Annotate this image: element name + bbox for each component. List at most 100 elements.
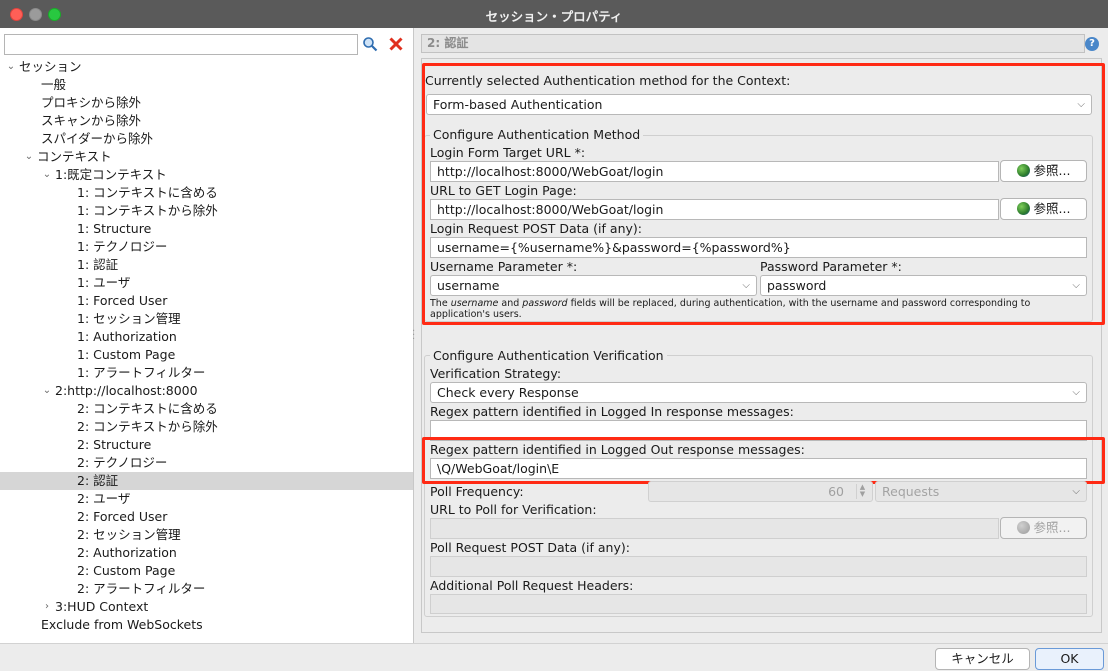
tree-item-label: 1: コンテキストに含める bbox=[77, 185, 218, 200]
chevron-down-icon[interactable]: ⌄ bbox=[41, 382, 53, 400]
verification-strategy-select[interactable]: Check every Response ⌵ bbox=[430, 382, 1087, 403]
tree-item-label: 1: Forced User bbox=[77, 293, 168, 308]
tree-item[interactable]: ⌄ コンテキスト bbox=[0, 148, 413, 166]
tree-item[interactable]: 2: コンテキストに含める bbox=[0, 400, 413, 418]
tree-item[interactable]: 1: テクノロジー bbox=[0, 238, 413, 256]
tree-item[interactable]: 2: コンテキストから除外 bbox=[0, 418, 413, 436]
tree-item-label: 2: Forced User bbox=[77, 509, 168, 524]
tree-item[interactable]: 1: Structure bbox=[0, 220, 413, 238]
tree-item[interactable]: 2: 認証 bbox=[0, 472, 413, 490]
tree-item[interactable]: 1: コンテキストから除外 bbox=[0, 202, 413, 220]
chevron-down-icon: ⌵ bbox=[1072, 486, 1080, 497]
tree-item-label: プロキシから除外 bbox=[41, 95, 142, 110]
tree-item-label: 1: Structure bbox=[77, 221, 152, 236]
tree-item-label: コンテキスト bbox=[37, 149, 112, 164]
tree-item-label: 1: セッション管理 bbox=[77, 311, 181, 326]
tree-item[interactable]: 1: セッション管理 bbox=[0, 310, 413, 328]
poll-url-label: URL to Poll for Verification: bbox=[430, 502, 597, 517]
tree-item-label: 2:http://localhost:8000 bbox=[55, 383, 198, 398]
authentication-content: Currently selected Authentication method… bbox=[421, 58, 1105, 633]
tree-item[interactable]: 2: Forced User bbox=[0, 508, 413, 526]
tree-filter-input[interactable] bbox=[4, 34, 358, 55]
tree-item[interactable]: Exclude from WebSockets bbox=[0, 616, 413, 634]
configure-verification-title: Configure Authentication Verification bbox=[430, 348, 667, 363]
search-icon[interactable] bbox=[360, 34, 380, 54]
help-icon[interactable]: ? bbox=[1085, 37, 1099, 51]
tree-item[interactable]: 2: アラートフィルター bbox=[0, 580, 413, 598]
tree-item[interactable]: › 3:HUD Context bbox=[0, 598, 413, 616]
tree-item-label: 2: 認証 bbox=[77, 473, 119, 488]
poll-url-input bbox=[430, 518, 999, 539]
poll-frequency-label: Poll Frequency: bbox=[430, 484, 524, 499]
panel-header: 2: 認証 bbox=[421, 34, 1085, 53]
tree-item[interactable]: 1: Authorization bbox=[0, 328, 413, 346]
poll-headers-label: Additional Poll Request Headers: bbox=[430, 578, 634, 593]
chevron-down-icon[interactable]: ⌄ bbox=[41, 166, 53, 184]
tree-item-label: 2: コンテキストから除外 bbox=[77, 419, 218, 434]
dialog-button-bar: キャンセル OK bbox=[0, 643, 1108, 671]
globe-icon bbox=[1016, 521, 1030, 534]
tree-item[interactable]: 1: ユーザ bbox=[0, 274, 413, 292]
tree-item[interactable]: スパイダーから除外 bbox=[0, 130, 413, 148]
tree-item-label: スパイダーから除外 bbox=[41, 131, 154, 146]
verification-strategy-label: Verification Strategy: bbox=[430, 366, 562, 381]
tree-item[interactable]: プロキシから除外 bbox=[0, 94, 413, 112]
highlight-auth-method bbox=[422, 63, 1105, 325]
cancel-button[interactable]: キャンセル bbox=[935, 648, 1030, 670]
tree-item-label: 2: コンテキストに含める bbox=[77, 401, 218, 416]
tree-item-label: 2: Authorization bbox=[77, 545, 177, 560]
tree-item[interactable]: 2: セッション管理 bbox=[0, 526, 413, 544]
tree-item[interactable]: 2: ユーザ bbox=[0, 490, 413, 508]
spinner-arrows-icon: ▲ ▼ bbox=[856, 484, 868, 499]
tree-item[interactable]: 1: Custom Page bbox=[0, 346, 413, 364]
tree-item-label: 1: Authorization bbox=[77, 329, 177, 344]
tree-item[interactable]: ⌄ 2:http://localhost:8000 bbox=[0, 382, 413, 400]
tree-item-label: 1: アラートフィルター bbox=[77, 365, 206, 380]
tree-item[interactable]: ⌄ セッション bbox=[0, 58, 413, 76]
tree-item[interactable]: 2: Authorization bbox=[0, 544, 413, 562]
poll-post-label: Poll Request POST Data (if any): bbox=[430, 540, 630, 555]
tree-item[interactable]: スキャンから除外 bbox=[0, 112, 413, 130]
tree-item-label: 1: 認証 bbox=[77, 257, 119, 272]
tree-item[interactable]: 1: Forced User bbox=[0, 292, 413, 310]
poll-url-browse-button: 参照... bbox=[1000, 517, 1087, 539]
clear-filter-icon[interactable] bbox=[386, 34, 406, 54]
tree-item[interactable]: 1: アラートフィルター bbox=[0, 364, 413, 382]
tree-item-label: 一般 bbox=[41, 77, 67, 92]
tree-item-label: 1: Custom Page bbox=[77, 347, 176, 362]
chevron-right-icon[interactable]: › bbox=[41, 598, 53, 616]
splitter-handle[interactable]: · · · bbox=[412, 327, 415, 345]
tree-item[interactable]: 一般 bbox=[0, 76, 413, 94]
window-title: セッション・プロパティ bbox=[485, 9, 623, 24]
chevron-down-icon: ⌵ bbox=[1072, 387, 1080, 398]
ok-button[interactable]: OK bbox=[1035, 648, 1104, 670]
tree-item[interactable]: 2: テクノロジー bbox=[0, 454, 413, 472]
tree-item-label: 2: Custom Page bbox=[77, 563, 176, 578]
tree-item-label: 2: ユーザ bbox=[77, 491, 131, 506]
tree-item-label: 3:HUD Context bbox=[55, 599, 149, 614]
poll-post-input bbox=[430, 556, 1087, 577]
tree-item-label: 2: Structure bbox=[77, 437, 152, 452]
tree-item-label: 2: テクノロジー bbox=[77, 455, 168, 470]
session-tree: ⌄ セッション 一般 プロキシから除外 スキャンから除外 スパイダーから除外 ⌄ コンテキスト… bbox=[0, 58, 413, 634]
left-panel: ⌄ セッション 一般 プロキシから除外 スキャンから除外 スパイダーから除外 ⌄ コンテキスト… bbox=[0, 28, 414, 643]
tree-item[interactable]: ⌄ 1:既定コンテキスト bbox=[0, 166, 413, 184]
tree-item-label: 2: アラートフィルター bbox=[77, 581, 206, 596]
tree-item[interactable]: 1: 認証 bbox=[0, 256, 413, 274]
chevron-down-icon[interactable]: ⌄ bbox=[5, 58, 17, 76]
tree-item-label: スキャンから除外 bbox=[41, 113, 142, 128]
tree-item-label: 2: セッション管理 bbox=[77, 527, 181, 542]
tree-item-label: 1:既定コンテキスト bbox=[55, 167, 167, 182]
tree-item[interactable]: 2: Structure bbox=[0, 436, 413, 454]
chevron-down-icon[interactable]: ⌄ bbox=[23, 148, 35, 166]
tree-item-label: 1: コンテキストから除外 bbox=[77, 203, 218, 218]
logged-in-label: Regex pattern identified in Logged In re… bbox=[430, 404, 794, 419]
tree-item[interactable]: 1: コンテキストに含める bbox=[0, 184, 413, 202]
highlight-logged-out bbox=[422, 437, 1105, 484]
tree-item-label: 1: ユーザ bbox=[77, 275, 131, 290]
poll-headers-table bbox=[430, 594, 1087, 614]
title-bar: セッション・プロパティ bbox=[0, 0, 1108, 28]
tree-item-label: セッション bbox=[19, 59, 82, 74]
poll-frequency-spinner: 60 ▲ ▼ bbox=[648, 481, 873, 502]
tree-item[interactable]: 2: Custom Page bbox=[0, 562, 413, 580]
